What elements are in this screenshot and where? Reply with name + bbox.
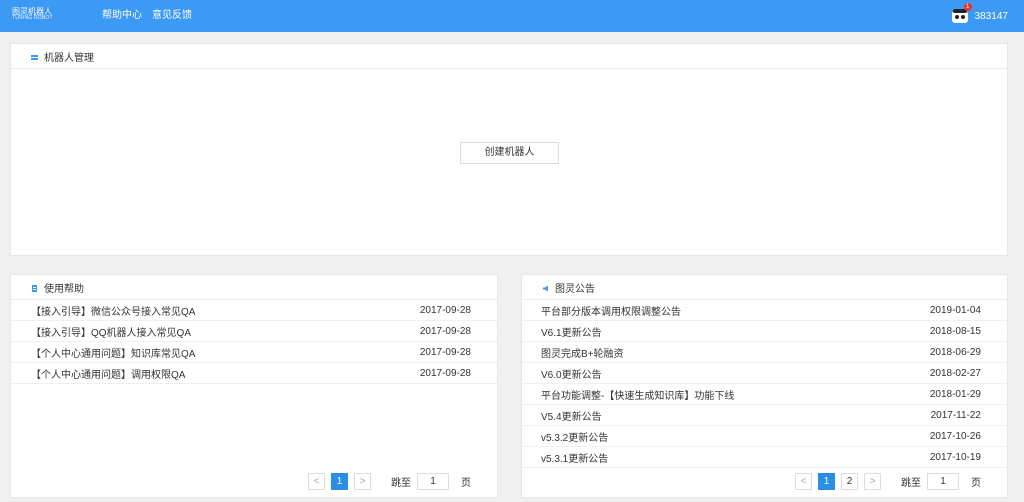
prev-page-button[interactable]: < <box>308 473 325 490</box>
list-item[interactable]: 平台部分版本调用权限调整公告 2019-01-04 <box>522 300 1007 321</box>
panel-title: 使用帮助 <box>44 283 84 295</box>
list-item[interactable]: 【个人中心通用问题】调用权限QA 2017-09-28 <box>11 363 497 384</box>
pagination: < 1 2 > 跳至 页 <box>795 473 981 490</box>
jump-label: 跳至 <box>391 478 411 489</box>
help-list: 【接入引导】微信公众号接入常见QA 2017-09-28 【接入引导】QQ机器人接… <box>11 300 497 384</box>
item-title: 【个人中心通用问题】知识库常见QA <box>31 348 196 360</box>
nav-feedback[interactable]: 意见反馈 <box>152 0 192 32</box>
panel-title: 机器人管理 <box>44 52 94 64</box>
top-bar: 图灵机器人 TURING ROBOT 帮助中心 意见反馈 1 383147 <box>0 0 1024 32</box>
nav-help-center[interactable]: 帮助中心 <box>102 0 142 32</box>
list-item[interactable]: 【个人中心通用问题】知识库常见QA 2017-09-28 <box>11 342 497 363</box>
item-title: 平台功能调整-【快速生成知识库】功能下线 <box>541 390 735 402</box>
list-item[interactable]: V6.0更新公告 2018-02-27 <box>522 363 1007 384</box>
announce-icon <box>542 284 549 291</box>
item-date: 2017-10-26 <box>929 430 981 442</box>
page-button-2[interactable]: 2 <box>841 473 858 490</box>
list-item[interactable]: 图灵完成B+轮融资 2018-06-29 <box>522 342 1007 363</box>
item-title: v5.3.2更新公告 <box>541 432 609 444</box>
list-item[interactable]: 【接入引导】QQ机器人接入常见QA 2017-09-28 <box>11 321 497 342</box>
announcement-list: 平台部分版本调用权限调整公告 2019-01-04 V6.1更新公告 2018-08… <box>522 300 1007 468</box>
logo-subtext: TURING ROBOT <box>12 15 53 21</box>
list-item[interactable]: 平台功能调整-【快速生成知识库】功能下线 2018-01-29 <box>522 384 1007 405</box>
help-doc-icon <box>31 284 38 292</box>
item-date: 2017-09-28 <box>419 367 471 379</box>
panel-title: 图灵公告 <box>555 283 595 295</box>
pagination: < 1 > 跳至 页 <box>308 473 471 490</box>
jump-page-input[interactable] <box>417 473 449 490</box>
item-title: v5.3.1更新公告 <box>541 453 609 465</box>
page-unit-label: 页 <box>461 478 471 489</box>
item-date: 2017-11-22 <box>930 409 981 421</box>
panel-header: 机器人管理 <box>11 44 1007 69</box>
jump-label: 跳至 <box>901 478 921 489</box>
page-unit-label: 页 <box>971 478 981 489</box>
item-date: 2018-02-27 <box>929 367 981 379</box>
create-robot-button[interactable]: 创建机器人 <box>460 142 559 164</box>
panel-header: 图灵公告 <box>522 275 1007 300</box>
list-item[interactable]: v5.3.2更新公告 2017-10-26 <box>522 426 1007 447</box>
user-avatar-icon[interactable]: 1 <box>951 3 972 24</box>
page-button-1[interactable]: 1 <box>331 473 348 490</box>
item-date: 2017-09-28 <box>419 325 471 337</box>
item-date: 2019-01-04 <box>929 304 981 316</box>
page-button-1[interactable]: 1 <box>818 473 835 490</box>
notification-badge: 1 <box>963 3 972 11</box>
item-date: 2018-01-29 <box>929 388 981 400</box>
item-title: V6.0更新公告 <box>541 369 602 381</box>
item-title: 【接入引导】微信公众号接入常见QA <box>31 306 196 318</box>
prev-page-button[interactable]: < <box>795 473 812 490</box>
next-page-button[interactable]: > <box>864 473 881 490</box>
item-date: 2017-09-28 <box>419 304 471 316</box>
item-title: 图灵完成B+轮融资 <box>541 348 624 360</box>
item-title: V6.1更新公告 <box>541 327 602 339</box>
item-date: 2017-09-28 <box>419 346 471 358</box>
item-date: 2018-08-15 <box>929 325 981 337</box>
list-item[interactable]: V6.1更新公告 2018-08-15 <box>522 321 1007 342</box>
help-panel: 使用帮助 【接入引导】微信公众号接入常见QA 2017-09-28 【接入引导】Q… <box>10 274 498 498</box>
item-date: 2018-06-29 <box>929 346 981 358</box>
robot-management-panel: 机器人管理 创建机器人 <box>10 43 1008 256</box>
item-date: 2017-10-19 <box>929 451 981 463</box>
panel-header: 使用帮助 <box>11 275 497 300</box>
announcements-panel: 图灵公告 平台部分版本调用权限调整公告 2019-01-04 V6.1更新公告 20… <box>521 274 1008 498</box>
item-title: 【个人中心通用问题】调用权限QA <box>31 369 186 381</box>
user-menu[interactable]: 1 383147 <box>951 3 1008 25</box>
jump-page-input[interactable] <box>927 473 959 490</box>
logo[interactable]: 图灵机器人 TURING ROBOT <box>12 8 56 24</box>
user-id: 383147 <box>974 10 1008 22</box>
item-title: V5.4更新公告 <box>541 411 602 423</box>
list-item[interactable]: 【接入引导】微信公众号接入常见QA 2017-09-28 <box>11 300 497 321</box>
robot-manage-icon <box>31 53 38 60</box>
list-item[interactable]: V5.4更新公告 2017-11-22 <box>522 405 1007 426</box>
next-page-button[interactable]: > <box>354 473 371 490</box>
item-title: 【接入引导】QQ机器人接入常见QA <box>31 327 192 339</box>
item-title: 平台部分版本调用权限调整公告 <box>541 306 681 318</box>
list-item[interactable]: v5.3.1更新公告 2017-10-19 <box>522 447 1007 468</box>
